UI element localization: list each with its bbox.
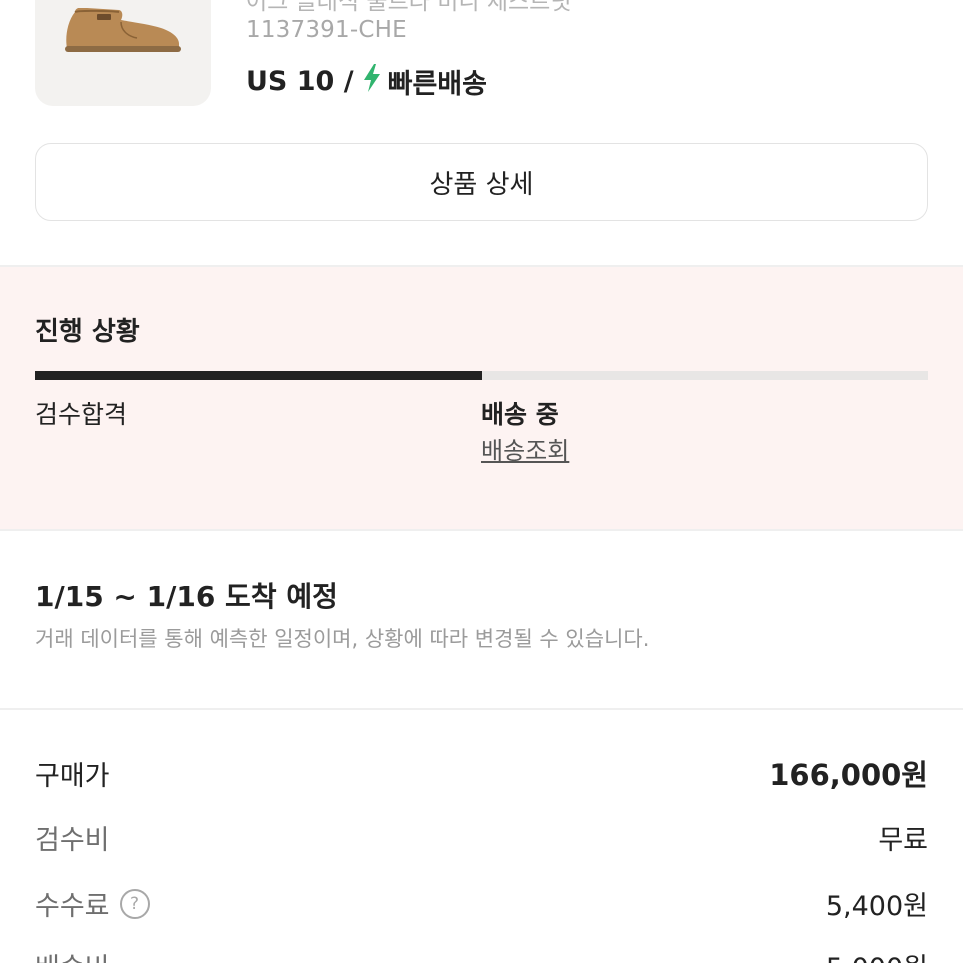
step-inspection-passed: 검수합격	[35, 400, 128, 429]
price-label: 수수료	[35, 891, 110, 922]
product-size-line: US 10 / 빠른배송	[246, 62, 487, 101]
price-label: 검수비	[35, 825, 110, 856]
product-thumbnail[interactable]	[35, 0, 211, 106]
price-value: 166,000원	[769, 758, 928, 792]
lightning-icon	[362, 64, 382, 99]
product-name: 어그 클래식 울트라 미니 체스트넛	[246, 0, 572, 15]
progress-section: 진행 상황 검수합격 배송 중 배송조회	[0, 267, 963, 529]
progress-bar-fill	[35, 371, 482, 380]
price-row-inspection: 검수비 무료	[35, 818, 928, 857]
divider	[0, 529, 963, 531]
price-label: 배송비	[35, 946, 110, 963]
product-summary: 어그 클래식 울트라 미니 체스트넛 1137391-CHE US 10 / 빠…	[0, 0, 963, 140]
arrival-estimate: 1/15 ~ 1/16 도착 예정	[35, 580, 338, 613]
track-shipment-link[interactable]: 배송조회	[481, 431, 569, 466]
price-value: 5,400원	[825, 891, 928, 922]
progress-title: 진행 상황	[35, 317, 140, 347]
product-detail-button[interactable]: 상품 상세	[35, 143, 928, 221]
help-icon[interactable]: ?	[119, 888, 150, 919]
step-shipping: 배송 중	[481, 400, 559, 429]
price-row-purchase: 구매가 166,000원	[35, 752, 928, 794]
product-code: 1137391-CHE	[246, 17, 407, 43]
product-size: US 10 /	[246, 66, 354, 97]
price-value: 5,000원	[826, 946, 928, 963]
boot-image	[65, 8, 181, 52]
price-value: 무료	[878, 825, 928, 856]
arrival-description: 거래 데이터를 통해 예측한 일정이며, 상황에 따라 변경될 수 있습니다.	[35, 627, 650, 651]
progress-bar	[35, 371, 928, 380]
divider	[0, 708, 963, 710]
price-label: 구매가	[35, 760, 110, 792]
price-row-shipping: 배송비 5,000원	[35, 946, 928, 963]
price-label-wrap: 수수료 ?	[35, 884, 150, 923]
price-row-fee: 수수료 ? 5,400원	[35, 884, 928, 923]
delivery-type: 빠른배송	[387, 69, 487, 100]
